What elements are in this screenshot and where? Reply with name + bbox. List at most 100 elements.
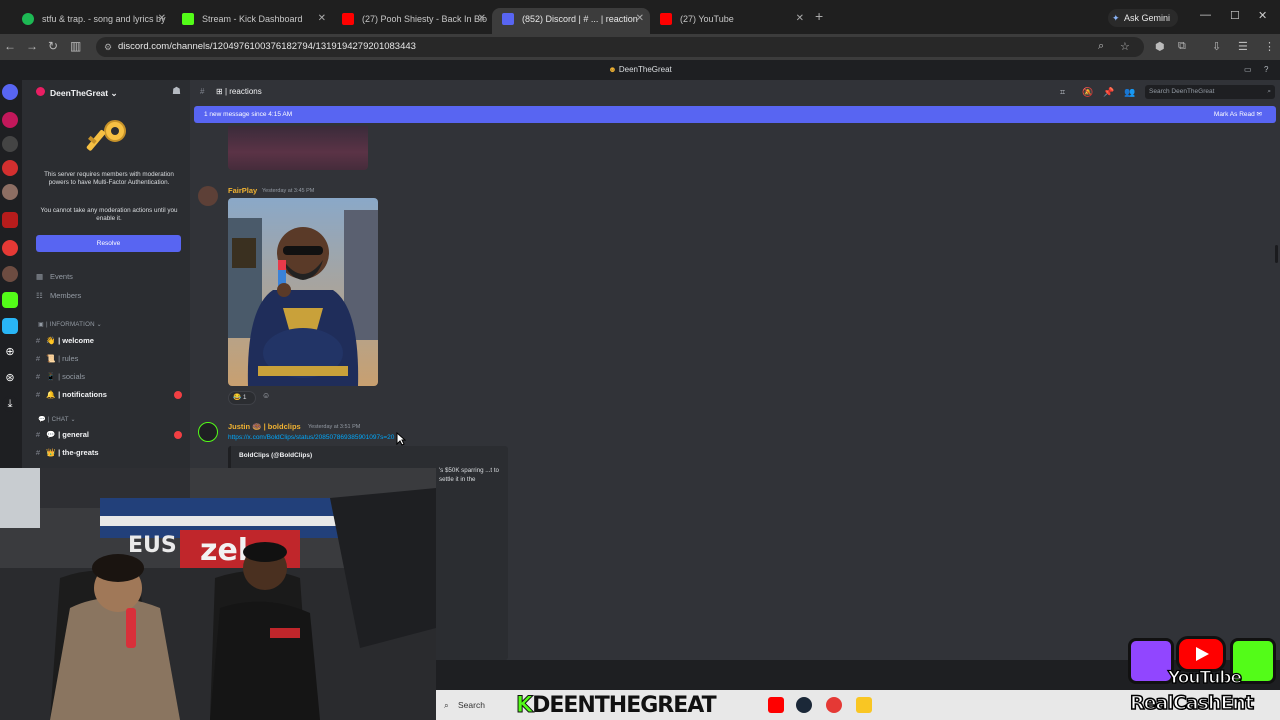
forward-icon[interactable]: → [26,39,38,53]
invite-people-icon[interactable]: ☗ [172,86,181,97]
browser-tab-bar: stfu & trap. - song and lyrics by ✕ Stre… [0,0,1280,34]
mark-as-read-button[interactable]: Mark As Read ✉ [1214,106,1262,123]
sidebar-toggle-icon[interactable]: ▥ [70,39,81,53]
window-title: DeenTheGreat [618,65,672,74]
message-author[interactable]: Justin 🍩 | boldclips [228,422,301,431]
new-messages-bar[interactable]: 1 new message since 4:15 AM Mark As Read… [194,106,1276,123]
channel-notifications[interactable]: # 🔔 | notifications [30,387,186,403]
key-icon [86,120,126,151]
taskbar-search[interactable]: ⌕ Search [442,697,512,713]
youtube-app-icon[interactable] [768,697,784,713]
category-chat[interactable]: 💬 | CHAT ⌄ [38,415,76,423]
avatar[interactable] [198,422,218,442]
stream-channel-name: KDEENTHEGREAT [515,693,717,719]
address-bar[interactable]: ⚙ discord.com/channels/12049761003761827… [96,37,1144,57]
tab-youtube-video[interactable]: (27) Pooh Shiesty - Back In Blo ✕ [332,8,492,34]
new-tab-button[interactable]: + [815,8,823,24]
close-icon[interactable]: ✕ [636,8,644,30]
file-explorer-icon[interactable] [856,697,872,713]
tab-youtube[interactable]: (27) YouTube ✕ [650,8,810,34]
reaction-pill[interactable]: 😂 1 [228,391,256,405]
channel-the-greats[interactable]: # 👑 | the-greats [30,445,186,461]
text-channel-icon: # [35,430,41,439]
channel-rules[interactable]: # 📜 | rules [30,351,186,367]
add-reaction-icon[interactable]: ☺ [262,391,270,400]
mfa-notice-secondary: You cannot take any moderation actions u… [40,207,178,222]
server-icon[interactable] [2,112,18,128]
image-attachment[interactable] [228,198,378,386]
server-icon[interactable] [2,240,18,256]
close-window-icon[interactable]: ✕ [1258,9,1267,22]
bookmark-star-icon[interactable]: ☆ [1120,40,1130,53]
server-icon[interactable] [2,318,18,334]
server-name-header[interactable]: DeenTheGreat ⌄ [50,88,118,99]
menu-icon[interactable]: ⋮ [1264,40,1275,53]
chrome-app-icon[interactable] [826,697,842,713]
server-icon[interactable] [2,212,18,228]
download-apps-icon[interactable]: ⤓ [2,396,18,412]
zoom-icon[interactable]: ⌕ [1098,40,1104,53]
crown-icon: 👑 [46,448,56,457]
pinned-messages-icon[interactable]: 📌 [1103,80,1114,104]
close-icon[interactable]: ✕ [318,8,326,30]
reaction-emoji: 😂 [233,394,242,401]
previous-image-attachment[interactable] [228,126,368,170]
download-icon[interactable]: ⇩ [1212,40,1221,53]
resolve-button[interactable]: Resolve [36,235,181,252]
server-icon[interactable] [2,292,18,308]
close-icon[interactable]: ✕ [158,8,166,30]
gemini-spark-icon: ✦ [1112,13,1120,23]
channel-title: ⊞ | reactions [216,87,262,96]
site-info-icon[interactable]: ⚙ [104,37,112,57]
kick-icon [182,13,194,25]
channel-name-text: DEENTHEGREAT [532,693,717,718]
new-messages-label: 1 new message since 4:15 AM [204,111,293,118]
scrollbar-thumb[interactable] [1275,245,1278,263]
text-channel-icon: # [200,87,205,96]
profile-icon[interactable]: ☰ [1238,40,1248,53]
maximize-icon[interactable]: ☐ [1230,9,1240,22]
reload-icon[interactable]: ↻ [48,39,58,53]
category-information[interactable]: ▣ | INFORMATION ⌄ [38,321,102,328]
back-icon[interactable]: ← [4,39,16,53]
discover-icon[interactable]: ⊛ [2,370,18,386]
discord-icon [502,13,514,25]
notification-settings-icon[interactable]: 🔕 [1082,80,1093,104]
inbox-icon[interactable]: ▭ [1244,60,1252,80]
search-input[interactable]: Search DeenTheGreat ⌕ [1145,85,1275,99]
scroll-icon: 📜 [46,354,56,363]
server-icon[interactable] [2,266,18,282]
server-icon[interactable] [2,160,18,176]
steam-app-icon[interactable] [796,697,812,713]
ask-gemini-button[interactable]: ✦ Ask Gemini [1108,9,1179,27]
tab-discord[interactable]: (852) Discord | # ... | reaction ✕ [492,8,650,34]
member-list-icon[interactable]: 👥 [1124,80,1135,104]
message-author[interactable]: FairPlay [228,186,257,195]
embed-author[interactable]: BoldClips (@BoldClips) [239,452,312,459]
avatar[interactable] [198,186,218,206]
minimize-icon[interactable]: — [1200,9,1211,21]
nav-events[interactable]: ▦ Events [36,272,73,281]
server-icon[interactable] [2,84,18,100]
close-icon[interactable]: ✕ [478,8,486,30]
text-channel-icon: # [35,336,41,345]
channel-socials[interactable]: # 📱 | socials [30,369,186,385]
tab-spotify[interactable]: stfu & trap. - song and lyrics by ✕ [12,8,172,34]
threads-icon[interactable]: ⌗ [1060,80,1065,104]
close-icon[interactable]: ✕ [796,8,804,30]
add-server-icon[interactable]: ⊕ [2,344,18,360]
message-link[interactable]: https://x.com/BoldClips/status/208507869… [228,434,394,441]
search-placeholder: Search DeenTheGreat [1149,88,1215,95]
nav-members[interactable]: ☷ Members [36,291,81,300]
channel-separator: | [224,87,228,96]
tab-kick[interactable]: Stream - Kick Dashboard ✕ [172,8,332,34]
text-channel-icon: # [35,448,41,457]
channel-general[interactable]: # 💬 | general [30,427,186,443]
server-icon[interactable] [2,136,18,152]
extension-icon[interactable]: ⬢ [1155,40,1165,53]
extensions-puzzle-icon[interactable]: ⧉ [1178,40,1186,53]
search-icon: ⌕ [444,700,449,710]
help-icon[interactable]: ? [1264,60,1268,80]
channel-welcome[interactable]: # 👋 | welcome [30,333,186,349]
server-icon[interactable] [2,184,18,200]
